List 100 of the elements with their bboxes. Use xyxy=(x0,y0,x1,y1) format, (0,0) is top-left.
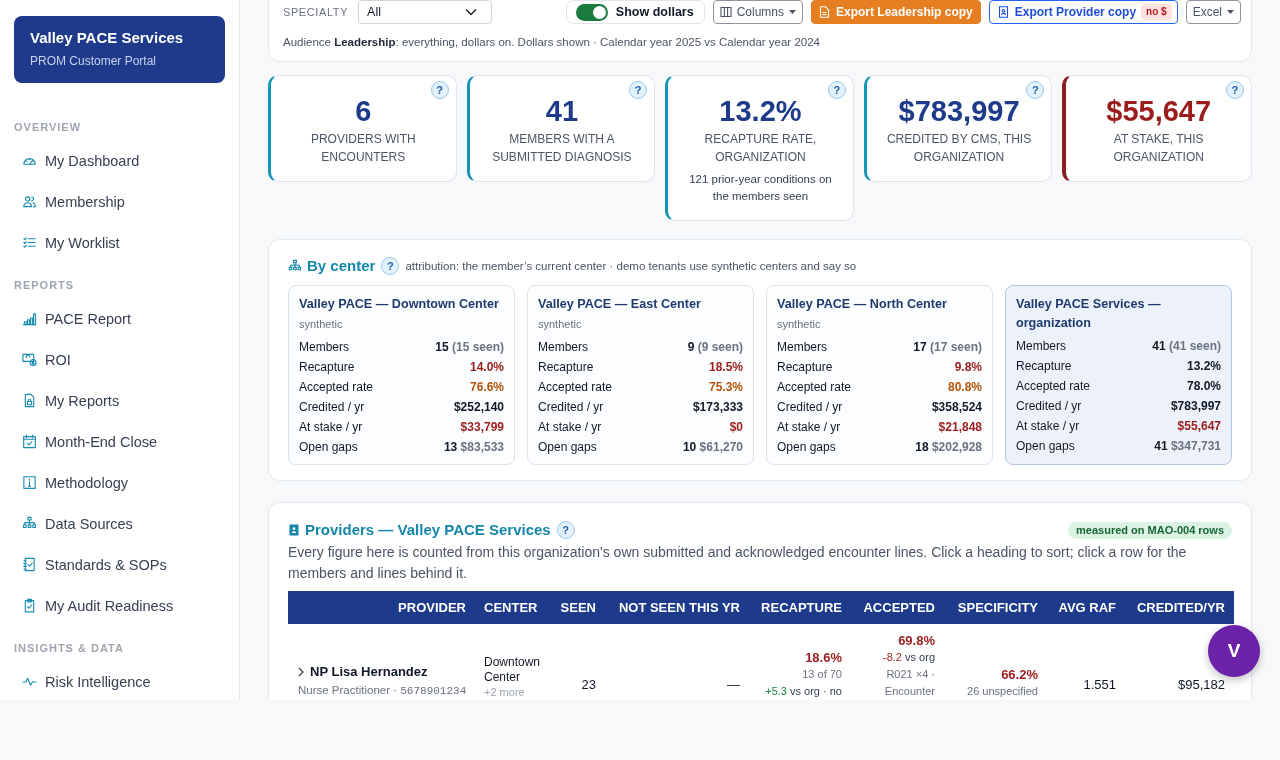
column-header[interactable]: CENTER xyxy=(475,591,549,624)
toolbar-button[interactable]: Excel xyxy=(1185,0,1241,24)
kpi-label: RECAPTURE RATE, ORGANIZATION xyxy=(703,131,818,166)
metric-label: Members xyxy=(538,340,588,354)
center-name: Valley PACE Services — organization xyxy=(1016,296,1162,332)
help-button[interactable]: ? xyxy=(556,521,575,539)
accepted-delta: -8.2 vs org xyxy=(882,650,935,665)
center-cell: Downtown Center xyxy=(484,655,540,685)
caret-down-icon xyxy=(789,10,796,14)
section-title: By center xyxy=(307,256,376,276)
metric-label: Open gaps xyxy=(777,440,836,454)
column-header[interactable]: AVG RAF xyxy=(1047,591,1125,624)
recapture-detail: 13 of 70 xyxy=(801,667,842,682)
no-dollars-badge: no $ xyxy=(1141,4,1172,20)
info-icon xyxy=(22,475,37,490)
metric-label: Recapture xyxy=(538,360,594,374)
toggle-switch[interactable] xyxy=(575,3,608,21)
help-button[interactable]: ? xyxy=(381,257,400,275)
specificity-value: 66.2% xyxy=(1000,666,1038,683)
metric-value: $21,848 xyxy=(938,420,982,434)
nav-section-label: REPORTS xyxy=(13,278,76,293)
table-cell: $95,182 xyxy=(1178,677,1225,692)
center-tag: synthetic xyxy=(299,314,504,334)
help-button[interactable]: ? xyxy=(1225,81,1244,99)
table-cell: 1.551 xyxy=(1083,677,1116,692)
metric-label: Recapture xyxy=(299,360,355,374)
nav-item[interactable]: My Dashboard xyxy=(10,140,229,181)
kpi-label: CREDITED BY CMS, THIS ORGANIZATION xyxy=(885,131,1033,166)
kpi-value: $55,647 xyxy=(1105,94,1213,128)
checklist-document-icon xyxy=(22,557,37,572)
metric-label: At stake / yr xyxy=(299,420,363,434)
chevron-right-icon[interactable] xyxy=(298,667,304,677)
users-icon xyxy=(22,194,37,209)
metric-label: Credited / yr xyxy=(777,400,843,414)
toolbar-button[interactable]: Columns xyxy=(712,0,803,24)
specialty-label: SPECIALTY xyxy=(283,6,349,18)
document-lock-icon xyxy=(22,393,37,408)
metric-value: $783,997 xyxy=(1170,399,1221,413)
help-button[interactable]: ? xyxy=(629,81,648,99)
help-button[interactable]: ? xyxy=(430,81,449,99)
column-header[interactable]: SPECIFICITY xyxy=(944,591,1047,624)
metric-value: 9 (9 seen) xyxy=(687,340,743,354)
column-header[interactable]: NOT SEEN THIS YR xyxy=(605,591,749,624)
id-badge-icon xyxy=(997,6,1010,18)
metric-label: Credited / yr xyxy=(538,400,604,414)
sitemap-icon xyxy=(288,259,302,273)
nav-item[interactable]: My Audit Readiness xyxy=(10,585,229,626)
center-name: Valley PACE — East Center xyxy=(538,296,702,313)
section-note: attribution: the member’s current center · demo tenants use synthetic centers and say so xyxy=(405,260,857,272)
metric-value: 13.2% xyxy=(1186,359,1221,373)
section-description: Every figure here is counted from this organization's own submitted and acknowledged encounter lines. Click a heading to sort; click a row for the members and lines behind it. xyxy=(288,543,1188,583)
specialty-select[interactable]: All xyxy=(358,0,493,24)
metric-label: Open gaps xyxy=(538,440,597,454)
metric-label: Open gaps xyxy=(299,440,358,454)
nav-item[interactable]: PACE Report xyxy=(10,298,229,339)
table-cell: — xyxy=(727,677,740,692)
kpi-value: $783,997 xyxy=(897,94,1021,128)
center-tag: synthetic xyxy=(777,314,982,334)
metric-value: 10 $61,270 xyxy=(682,440,743,454)
nav-item[interactable]: Methodology xyxy=(10,462,229,503)
metric-label: Members xyxy=(299,340,349,354)
toolbar-button[interactable]: Export Provider copy no $ xyxy=(988,0,1178,24)
metric-value: 80.8% xyxy=(947,380,982,394)
metric-value: 13 $83,533 xyxy=(443,440,504,454)
nav-item[interactable]: My Reports xyxy=(10,380,229,421)
column-header[interactable]: SEEN xyxy=(549,591,605,624)
column-header[interactable]: PROVIDER xyxy=(288,591,475,624)
metric-value: 18 $202,928 xyxy=(915,440,982,454)
nav-item[interactable]: Risk Intelligence xyxy=(10,661,229,700)
center-tag: synthetic xyxy=(538,314,743,334)
nav-item[interactable]: My Worklist xyxy=(10,222,229,263)
nav-item[interactable]: Data Sources xyxy=(10,503,229,544)
columns-icon xyxy=(719,6,732,18)
recapture-value: 18.6% xyxy=(804,649,842,666)
help-button[interactable]: ? xyxy=(1026,81,1045,99)
nav-item[interactable]: Month-End Close xyxy=(10,421,229,462)
metric-label: Accepted rate xyxy=(299,380,374,394)
metric-label: Credited / yr xyxy=(299,400,365,414)
metric-value: 78.0% xyxy=(1186,379,1221,393)
specificity-detail: 26 unspecified xyxy=(966,684,1038,699)
metric-label: Open gaps xyxy=(1016,439,1075,453)
help-button[interactable]: ? xyxy=(827,81,846,99)
calendar-check-icon xyxy=(22,434,37,449)
column-header[interactable]: CREDITED/YR xyxy=(1125,591,1234,624)
metric-label: Recapture xyxy=(777,360,833,374)
nav-item[interactable]: ROI xyxy=(10,339,229,380)
show-dollars-toggle[interactable]: Show dollars xyxy=(565,0,705,24)
sitemap-icon xyxy=(22,516,37,531)
checklist-icon xyxy=(22,235,37,250)
measure-badge: measured on MAO-004 rows xyxy=(1068,521,1232,539)
kpi-label: PROVIDERS WITH ENCOUNTERS xyxy=(309,131,417,166)
kpi-note: 121 prior-year conditions on the members seen xyxy=(688,172,833,204)
center-name: Valley PACE — North Center xyxy=(777,296,948,313)
nav-item[interactable]: Standards & SOPs xyxy=(10,544,229,585)
nav-item[interactable]: Membership xyxy=(10,181,229,222)
metric-value: 76.6% xyxy=(469,380,504,394)
column-header[interactable]: RECAPTURE xyxy=(749,591,851,624)
column-header[interactable]: ACCEPTED xyxy=(851,591,944,624)
brand-card[interactable]: Valley PACE Services PROM Customer Portal xyxy=(14,16,225,83)
metric-label: Accepted rate xyxy=(1016,379,1091,393)
